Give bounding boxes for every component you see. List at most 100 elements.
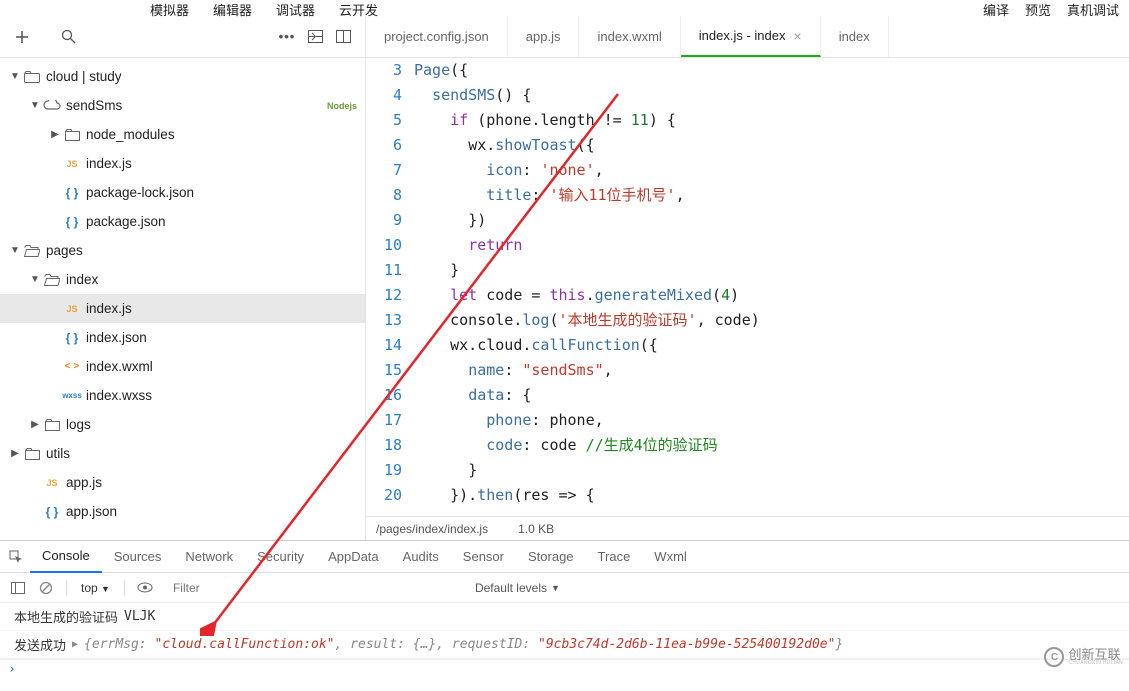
code-line[interactable]: let code = this.generateMixed(4)	[414, 283, 1129, 308]
new-file-button[interactable]	[8, 23, 36, 51]
devtools-tab-network[interactable]: Network	[173, 541, 245, 573]
tree-label: index.json	[86, 330, 147, 345]
console-context[interactable]: top ▼	[75, 581, 116, 595]
console-prompt[interactable]: ›	[0, 659, 1129, 679]
devtools-tab-trace[interactable]: Trace	[586, 541, 643, 573]
devtools-tab-sensor[interactable]: Sensor	[451, 541, 516, 573]
code-line[interactable]: name: "sendSms",	[414, 358, 1129, 383]
devtools-tab-storage[interactable]: Storage	[516, 541, 586, 573]
tree-item-package-lock-json[interactable]: { }package-lock.json	[0, 178, 365, 207]
editor-tab-index-js[interactable]: index.js - index×	[681, 16, 821, 57]
tree-item-package-json[interactable]: { }package.json	[0, 207, 365, 236]
status-path: /pages/index/index.js	[376, 522, 488, 536]
tree-label: package-lock.json	[86, 185, 194, 200]
tree-label: index.wxss	[86, 388, 152, 403]
devtools-tab-sources[interactable]: Sources	[102, 541, 174, 573]
devtools-tab-appdata[interactable]: AppData	[316, 541, 391, 573]
code-line[interactable]: return	[414, 233, 1129, 258]
tree-item-logs[interactable]: ▶logs	[0, 410, 365, 439]
code-line[interactable]: }).then(res => {	[414, 483, 1129, 508]
tree-item-node_modules[interactable]: ▶node_modules	[0, 120, 365, 149]
code-line[interactable]: wx.cloud.callFunction({	[414, 333, 1129, 358]
console-line: 本地生成的验证码 VLJK	[0, 603, 1129, 631]
watermark: C 创新互联 CHUANGXIN HULIAN	[1044, 647, 1123, 667]
tab-label: index.wxml	[597, 29, 661, 44]
editor-status-bar: /pages/index/index.js 1.0 KB	[366, 516, 1129, 540]
console-filter-input[interactable]	[161, 579, 461, 597]
code-line[interactable]: title: '输入11位手机号',	[414, 183, 1129, 208]
tree-label: utils	[46, 446, 70, 461]
code-line[interactable]: code: code //生成4位的验证码	[414, 433, 1129, 458]
line-number: 14	[366, 333, 402, 358]
chevron-icon[interactable]: ▼	[8, 71, 22, 82]
inspect-element-button[interactable]	[4, 545, 28, 569]
file-tree[interactable]: ▼cloud | study▼sendSmsNodejs▶node_module…	[0, 58, 365, 540]
tree-item-index-js[interactable]: JSindex.js	[0, 149, 365, 178]
chevron-icon[interactable]: ▶	[48, 129, 62, 140]
tree-item-pages[interactable]: ▼pages	[0, 236, 365, 265]
json-icon: { }	[42, 505, 62, 519]
search-button[interactable]	[54, 23, 82, 51]
close-icon[interactable]: ×	[794, 28, 802, 44]
tree-item-index-json[interactable]: { } index.json	[0, 323, 365, 352]
more-button[interactable]: •••	[273, 23, 301, 51]
wxml-icon: < >	[62, 361, 82, 372]
console-controls: top ▼ Default levels▼	[0, 573, 1129, 603]
code-line[interactable]: })	[414, 208, 1129, 233]
folder-open-icon	[42, 274, 62, 286]
devtools-tab-audits[interactable]: Audits	[391, 541, 451, 573]
code-line[interactable]: data: {	[414, 383, 1129, 408]
chevron-icon[interactable]: ▼	[28, 274, 42, 285]
code-line[interactable]: }	[414, 458, 1129, 483]
tree-item-cloud-study[interactable]: ▼cloud | study	[0, 62, 365, 91]
code-editor[interactable]: 34567891011121314151617181920 Page({ sen…	[366, 58, 1129, 516]
code-line[interactable]: phone: phone,	[414, 408, 1129, 433]
folder-icon	[62, 129, 82, 141]
devtools-tab-wxml[interactable]: Wxml	[642, 541, 699, 573]
line-number: 16	[366, 383, 402, 408]
devtools-tab-console[interactable]: Console	[30, 541, 102, 573]
tree-item-app-js[interactable]: JSapp.js	[0, 468, 365, 497]
line-number: 12	[366, 283, 402, 308]
code-line[interactable]: wx.showToast({	[414, 133, 1129, 158]
devtools-tab-security[interactable]: Security	[245, 541, 316, 573]
split-vertical-button[interactable]	[329, 23, 357, 51]
tree-label: sendSms	[66, 98, 122, 113]
chevron-icon[interactable]: ▼	[28, 100, 42, 111]
tree-item-utils[interactable]: ▶ utils	[0, 439, 365, 468]
console-value: VLJK	[124, 609, 155, 624]
editor-tab-index[interactable]: index	[821, 16, 889, 57]
line-number: 4	[366, 83, 402, 108]
code-line[interactable]: Page({	[414, 58, 1129, 83]
tree-item-app-json[interactable]: { } app.json	[0, 497, 365, 526]
code-line[interactable]: if (phone.length != 11) {	[414, 108, 1129, 133]
tree-item-index-js[interactable]: JSindex.js	[0, 294, 365, 323]
chevron-icon[interactable]: ▼	[8, 245, 22, 256]
tree-item-index[interactable]: ▼index	[0, 265, 365, 294]
line-number: 6	[366, 133, 402, 158]
chevron-icon[interactable]: ▶	[28, 419, 42, 430]
json-icon: { }	[62, 331, 82, 345]
code-body[interactable]: Page({ sendSMS() { if (phone.length != 1…	[414, 58, 1129, 516]
chevron-icon[interactable]: ▶	[8, 448, 22, 459]
editor-tab-index-wxml[interactable]: index.wxml	[579, 16, 680, 57]
code-line[interactable]: icon: 'none',	[414, 158, 1129, 183]
tree-item-index-wxss[interactable]: wxssindex.wxss	[0, 381, 365, 410]
editor-tab-app-js[interactable]: app.js	[508, 16, 580, 57]
toggle-sidebar-button[interactable]	[6, 576, 30, 600]
console-output[interactable]: 本地生成的验证码 VLJK 发送成功 ▶ {errMsg: "cloud.cal…	[0, 603, 1129, 690]
tree-item-index-wxml[interactable]: < >index.wxml	[0, 352, 365, 381]
cloud-fn-icon	[42, 100, 62, 112]
live-expression-button[interactable]	[133, 576, 157, 600]
split-horizontal-button[interactable]	[301, 23, 329, 51]
code-line[interactable]: sendSMS() {	[414, 83, 1129, 108]
tree-item-sendSms[interactable]: ▼sendSmsNodejs	[0, 91, 365, 120]
tab-label: index	[839, 29, 870, 44]
code-line[interactable]: console.log('本地生成的验证码', code)	[414, 308, 1129, 333]
tree-label: app.json	[66, 504, 117, 519]
log-levels-dropdown[interactable]: Default levels▼	[475, 581, 560, 595]
code-line[interactable]: }	[414, 258, 1129, 283]
clear-console-button[interactable]	[34, 576, 58, 600]
expand-arrow-icon[interactable]: ▶	[72, 639, 78, 650]
editor-tab-project-config-json[interactable]: project.config.json	[366, 16, 508, 57]
